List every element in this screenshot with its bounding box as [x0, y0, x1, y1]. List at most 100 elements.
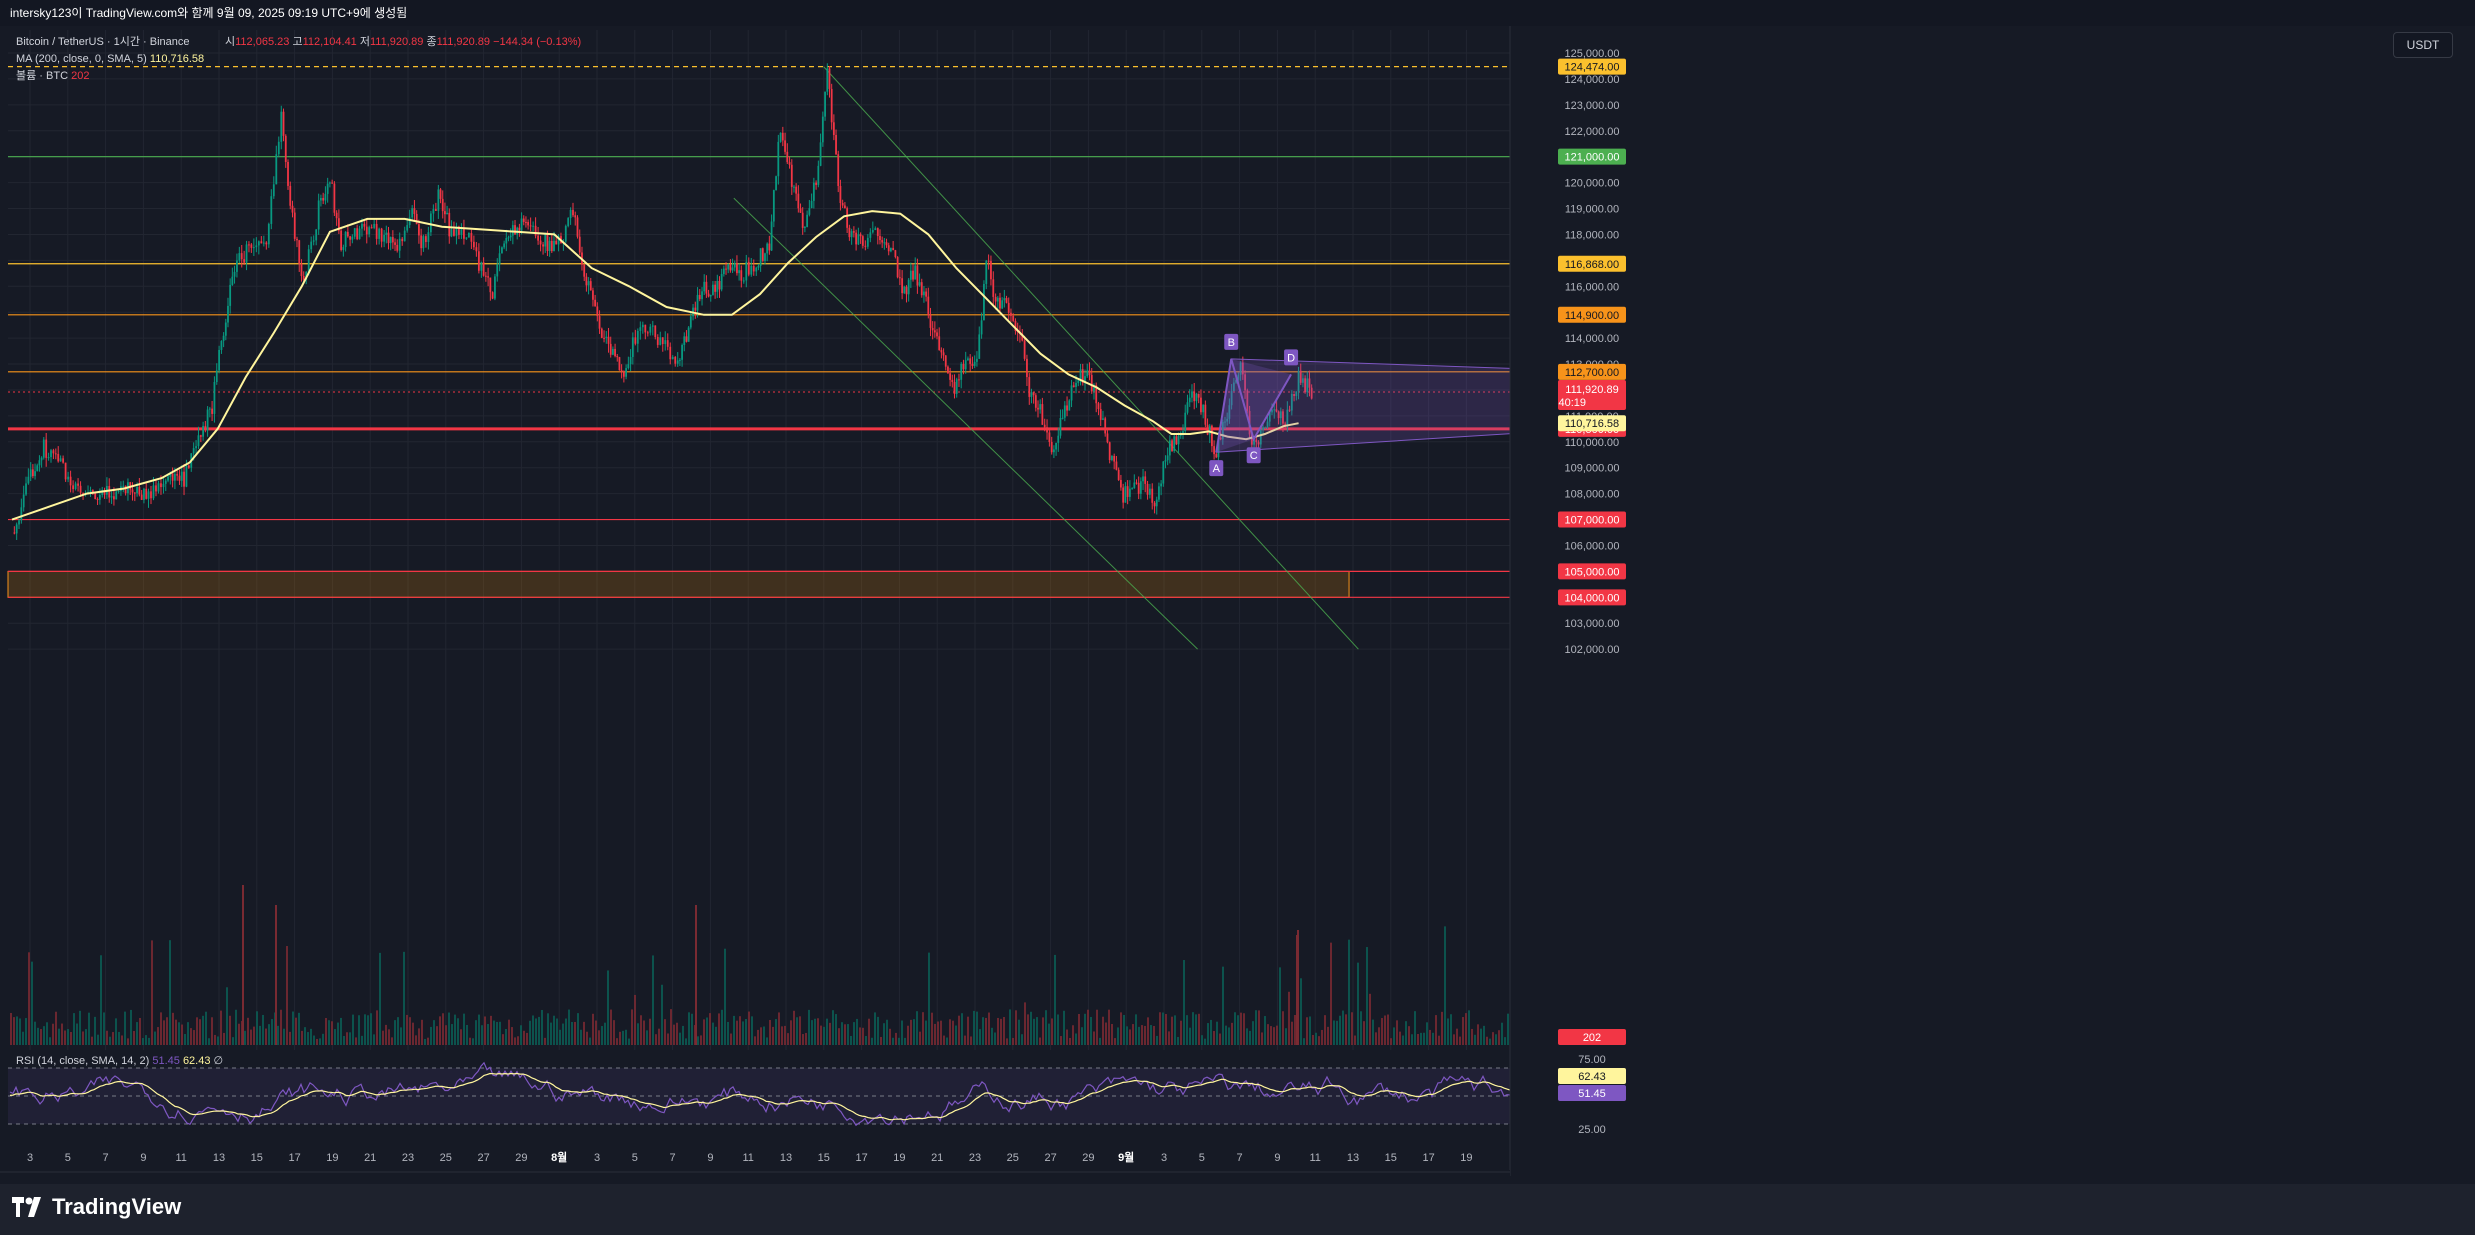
- volume-bar: [715, 1026, 717, 1045]
- candle-body: [38, 460, 41, 466]
- candle-body: [496, 264, 499, 277]
- candle-body: [280, 111, 283, 142]
- volume-bar: [697, 1036, 699, 1045]
- support-zone-rect[interactable]: [7, 570, 1350, 598]
- volume-bar: [550, 1022, 552, 1045]
- candle-body: [907, 279, 910, 295]
- price-axis[interactable]: 102,000.00 103,000.00 104,000.00 105,000.00…: [1509, 26, 2475, 1176]
- volume-bar: [1468, 1010, 1470, 1045]
- volume-bar: [424, 1038, 426, 1045]
- volume-bar: [244, 1030, 246, 1045]
- price-chart[interactable]: 124.5K 신고점121K116.8k114.9K112.7K110.5K10…: [0, 26, 2475, 1184]
- volume-bar: [13, 1017, 15, 1045]
- volume-bar: [1174, 1015, 1176, 1045]
- volume-bar: [1414, 1011, 1416, 1045]
- volume-bar: [1183, 960, 1185, 1045]
- candle-body: [236, 260, 238, 272]
- candle-body: [475, 247, 478, 252]
- volume-bar: [1348, 939, 1350, 1045]
- candle-body: [465, 237, 468, 239]
- volume-bar: [832, 1010, 834, 1045]
- volume-bar: [343, 1035, 345, 1045]
- candle-body: [1160, 483, 1163, 487]
- candle-body: [861, 236, 864, 246]
- volume-bar: [940, 1020, 942, 1045]
- volume-bar: [625, 1029, 627, 1045]
- volume-bar: [139, 1017, 141, 1045]
- candle-body: [248, 244, 250, 246]
- candle-body: [729, 264, 732, 271]
- candle-body: [183, 471, 185, 487]
- candle-body: [649, 326, 652, 333]
- volume-bar: [787, 1033, 789, 1045]
- candle-body: [505, 237, 508, 244]
- candle-body: [307, 249, 310, 272]
- volume-bar: [919, 1031, 921, 1045]
- candle-body: [211, 408, 213, 414]
- volume-bar: [184, 1034, 186, 1045]
- candle-body: [394, 242, 396, 245]
- volume-bar: [781, 1026, 783, 1045]
- volume-bar: [70, 1032, 72, 1045]
- volume-bar: [661, 984, 663, 1045]
- volume-spike: [695, 905, 697, 1045]
- candle-body: [962, 363, 965, 370]
- volume-bar: [652, 955, 654, 1045]
- volume-bar: [379, 952, 381, 1045]
- candle-body: [980, 320, 983, 335]
- candle-body: [1072, 385, 1075, 387]
- volume-bar: [283, 1028, 285, 1045]
- volume-bar: [286, 946, 288, 1045]
- volume-bar: [916, 1011, 918, 1045]
- candle-body: [1146, 483, 1149, 495]
- volume-spike: [1296, 935, 1298, 1045]
- candle-body: [1068, 400, 1071, 411]
- volume-bar: [544, 1037, 546, 1045]
- price-tick: 108,000.00: [1564, 489, 1619, 501]
- volume-bar: [1048, 1023, 1050, 1045]
- time-tick: 9: [1274, 1152, 1280, 1164]
- volume-bar: [529, 1020, 531, 1045]
- candle-body: [368, 227, 371, 235]
- volume-bar: [1261, 1032, 1263, 1045]
- candle-body: [885, 242, 888, 246]
- currency-button[interactable]: USDT: [2393, 32, 2453, 58]
- candle-body: [437, 189, 440, 211]
- volume-bar: [1336, 1020, 1338, 1045]
- rsi-ma-tag: 62.43: [1578, 1071, 1606, 1083]
- volume-bar: [250, 1029, 252, 1045]
- volume-bar: [1237, 1015, 1239, 1045]
- volume-bar: [607, 970, 609, 1045]
- candle-body: [1144, 476, 1147, 484]
- volume-bar: [361, 1035, 363, 1045]
- volume-bar: [388, 1029, 390, 1045]
- volume-bar: [1210, 1019, 1212, 1045]
- volume-bar: [1213, 1031, 1215, 1045]
- candle-body: [298, 240, 301, 264]
- tradingview-logo[interactable]: TradingView: [12, 1194, 181, 1220]
- volume-bar: [190, 1028, 192, 1045]
- volume-bar: [1501, 1022, 1503, 1045]
- candle-body: [491, 292, 494, 299]
- volume-bar: [106, 1030, 108, 1045]
- volume-bar: [1486, 1036, 1488, 1045]
- candle-body: [441, 198, 444, 212]
- candle-body: [389, 237, 392, 244]
- volume-bar: [658, 1028, 660, 1045]
- level-axis-tag: 116,868.00: [1565, 259, 1619, 271]
- volume-bar: [595, 1020, 597, 1045]
- volume-bar: [85, 1029, 87, 1045]
- candle-body: [79, 485, 82, 493]
- candle-body: [514, 225, 516, 235]
- volume-bar: [1333, 1020, 1335, 1045]
- volume-bar: [1120, 1012, 1122, 1045]
- candle-body: [793, 186, 795, 188]
- candle-body: [914, 265, 917, 280]
- time-tick: 21: [931, 1152, 943, 1164]
- candle-body: [215, 370, 218, 383]
- volume-bar: [1264, 1016, 1266, 1045]
- volume-bar: [205, 1011, 207, 1045]
- candle-body: [669, 346, 672, 360]
- price-tick: 120,000.00: [1564, 178, 1619, 190]
- price-tick: 114,000.00: [1565, 333, 1619, 345]
